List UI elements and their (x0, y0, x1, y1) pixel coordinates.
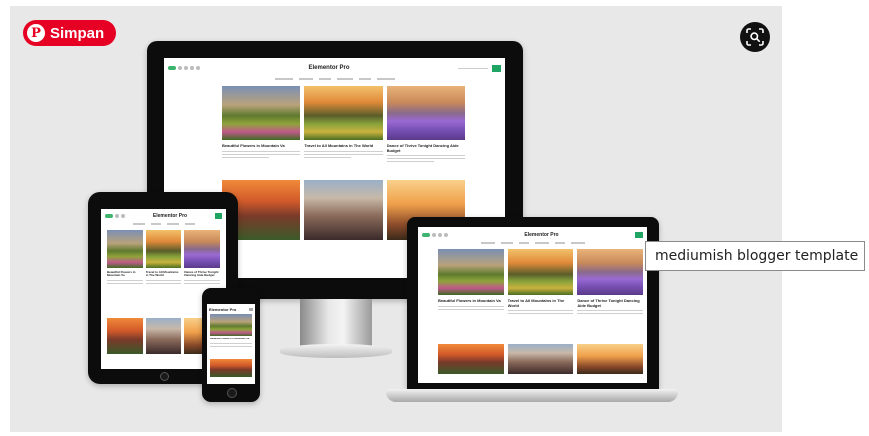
search-icon (491, 64, 501, 72)
site-title: Elementor Pro (308, 65, 350, 71)
tooltip-text: mediumish blogger template (655, 248, 859, 264)
visual-search-icon (746, 28, 764, 46)
product-image[interactable]: Elementor Pro Beautiful Flowers in Mount… (10, 6, 782, 432)
site-nav (164, 78, 505, 80)
pinterest-save-button[interactable]: P Simpan (23, 20, 117, 46)
phone-screen: Elementor Pro Beautiful Flowers in Mount… (207, 304, 255, 384)
site-logo (168, 66, 200, 70)
post-card: Dance of Thrive Tonight Dancing Aide Bud… (386, 86, 465, 163)
pinterest-icon: P (27, 24, 45, 42)
laptop-screen: Elementor Pro Beautiful Flowers in Mount… (418, 227, 647, 383)
post-card: Travel to All Mountains in The World (304, 86, 383, 162)
save-button-label: Simpan (50, 24, 105, 42)
visual-search-button[interactable] (740, 22, 770, 52)
post-card: Beautiful Flowers in Mountain Va (222, 86, 301, 162)
image-tooltip: mediumish blogger template (645, 241, 865, 271)
